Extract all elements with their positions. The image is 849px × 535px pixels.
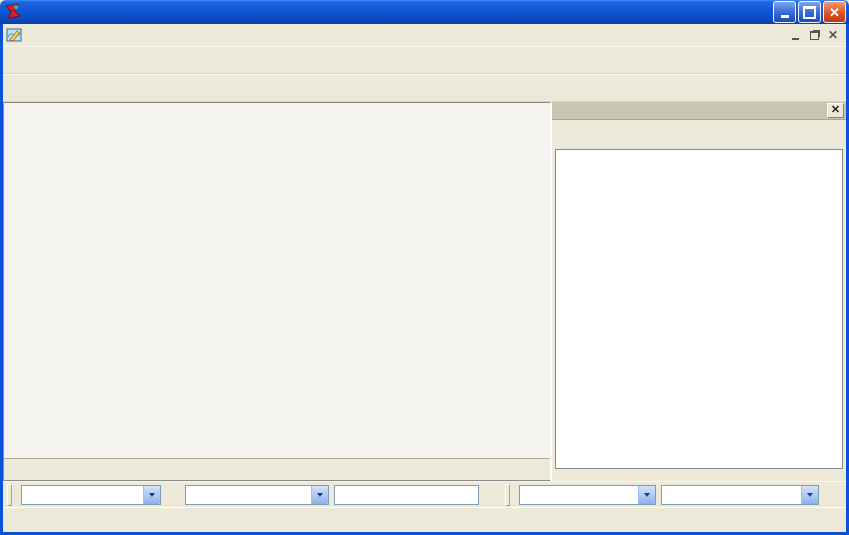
project-pane-footer <box>552 471 846 481</box>
child-restore-button[interactable] <box>806 28 822 42</box>
main-toolbar <box>3 46 846 74</box>
project-pane-close-icon[interactable]: ✕ <box>827 103 844 118</box>
method-combo-arrow-icon[interactable] <box>311 486 328 504</box>
field-combo-arrow-icon[interactable] <box>143 486 160 504</box>
method-combo-value <box>186 486 311 504</box>
app-window: ✕ ✕ ✕ <box>0 0 849 535</box>
map-canvas[interactable] <box>4 103 550 458</box>
status-bar <box>3 507 846 532</box>
project-tree <box>555 149 843 469</box>
method-combo[interactable] <box>185 485 329 505</box>
scope-combo[interactable] <box>519 485 656 505</box>
project-toolbar <box>552 120 846 148</box>
select-button[interactable] <box>484 492 498 498</box>
buffer-combo-arrow-icon[interactable] <box>801 486 818 504</box>
field-combo-value <box>22 486 143 504</box>
layer-tab-strip <box>4 458 550 480</box>
project-pane-header: ✕ <box>552 102 846 120</box>
child-minimize-button[interactable] <box>787 28 803 42</box>
field-combo[interactable] <box>21 485 161 505</box>
buffer-combo[interactable] <box>661 485 819 505</box>
project-pane: ✕ <box>551 102 846 481</box>
map-window <box>3 102 551 481</box>
app-logo-icon <box>5 3 21 22</box>
minimize-button[interactable] <box>773 1 796 23</box>
child-close-button[interactable]: ✕ <box>825 28 841 42</box>
maximize-button[interactable] <box>798 1 821 23</box>
close-button[interactable]: ✕ <box>823 1 846 23</box>
value-input[interactable] <box>334 485 479 505</box>
scope-combo-value <box>520 486 638 504</box>
not-toggle[interactable] <box>166 492 180 498</box>
title-bar: ✕ <box>0 0 849 24</box>
menu-bar: ✕ <box>3 24 846 46</box>
buffer-combo-value <box>662 486 801 504</box>
format-toolbar <box>3 74 846 102</box>
scope-combo-arrow-icon[interactable] <box>638 486 655 504</box>
document-icon <box>5 27 23 43</box>
selection-toolbar <box>3 481 846 507</box>
